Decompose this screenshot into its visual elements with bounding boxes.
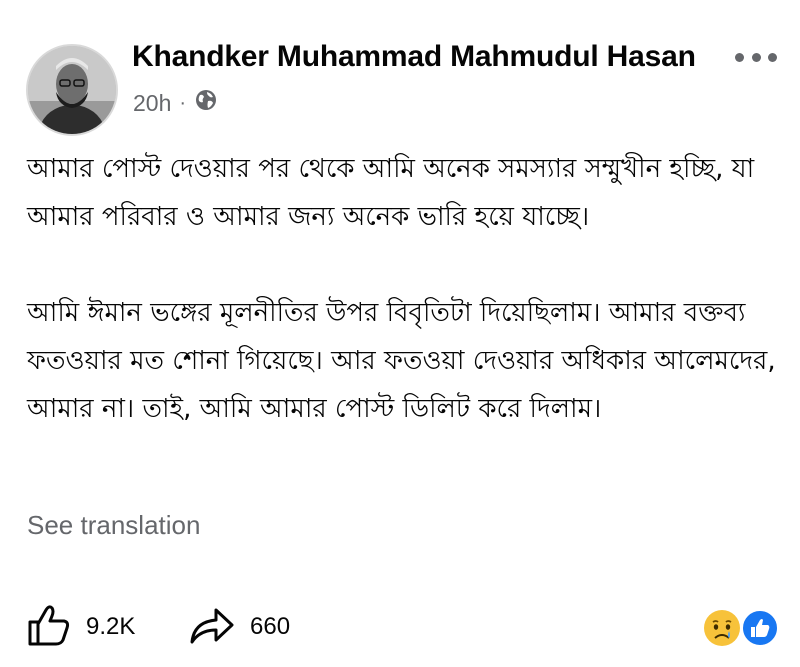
post-time[interactable]: 20h (133, 90, 171, 117)
post-body: আমার পোস্ট দেওয়ার পর থেকে আমি অনেক সমস্… (27, 145, 777, 433)
dot (768, 52, 777, 62)
meta-separator: · (179, 91, 187, 114)
share-button[interactable]: 660 (188, 602, 290, 652)
reaction-summary[interactable] (702, 608, 782, 648)
sad-icon (704, 610, 740, 646)
more-options-button[interactable] (735, 48, 777, 66)
post-meta: 20h · (133, 88, 218, 118)
dot (751, 52, 761, 62)
globe-icon[interactable] (194, 88, 218, 118)
share-arrow-icon (188, 604, 236, 650)
thumbs-up-icon (26, 602, 72, 652)
profile-photo (28, 46, 116, 134)
avatar[interactable] (26, 44, 118, 136)
facebook-post: Khandker Muhammad Mahmudul Hasan 20h · আ… (0, 0, 800, 667)
like-count: 9.2K (86, 613, 136, 640)
post-paragraph: আমার পোস্ট দেওয়ার পর থেকে আমি অনেক সমস্… (27, 154, 755, 232)
author-name[interactable]: Khandker Muhammad Mahmudul Hasan (132, 40, 696, 74)
like-reaction-icon (741, 609, 779, 647)
like-button[interactable]: 9.2K (26, 602, 135, 652)
share-count: 660 (250, 613, 291, 640)
dot (735, 52, 744, 62)
see-translation-link[interactable]: See translation (27, 510, 200, 541)
action-bar: 9.2K 660 (26, 602, 779, 652)
post-paragraph: আমি ঈমান ভঙ্গের মূলনীতির উপর বিবৃতিটা দি… (27, 298, 776, 424)
